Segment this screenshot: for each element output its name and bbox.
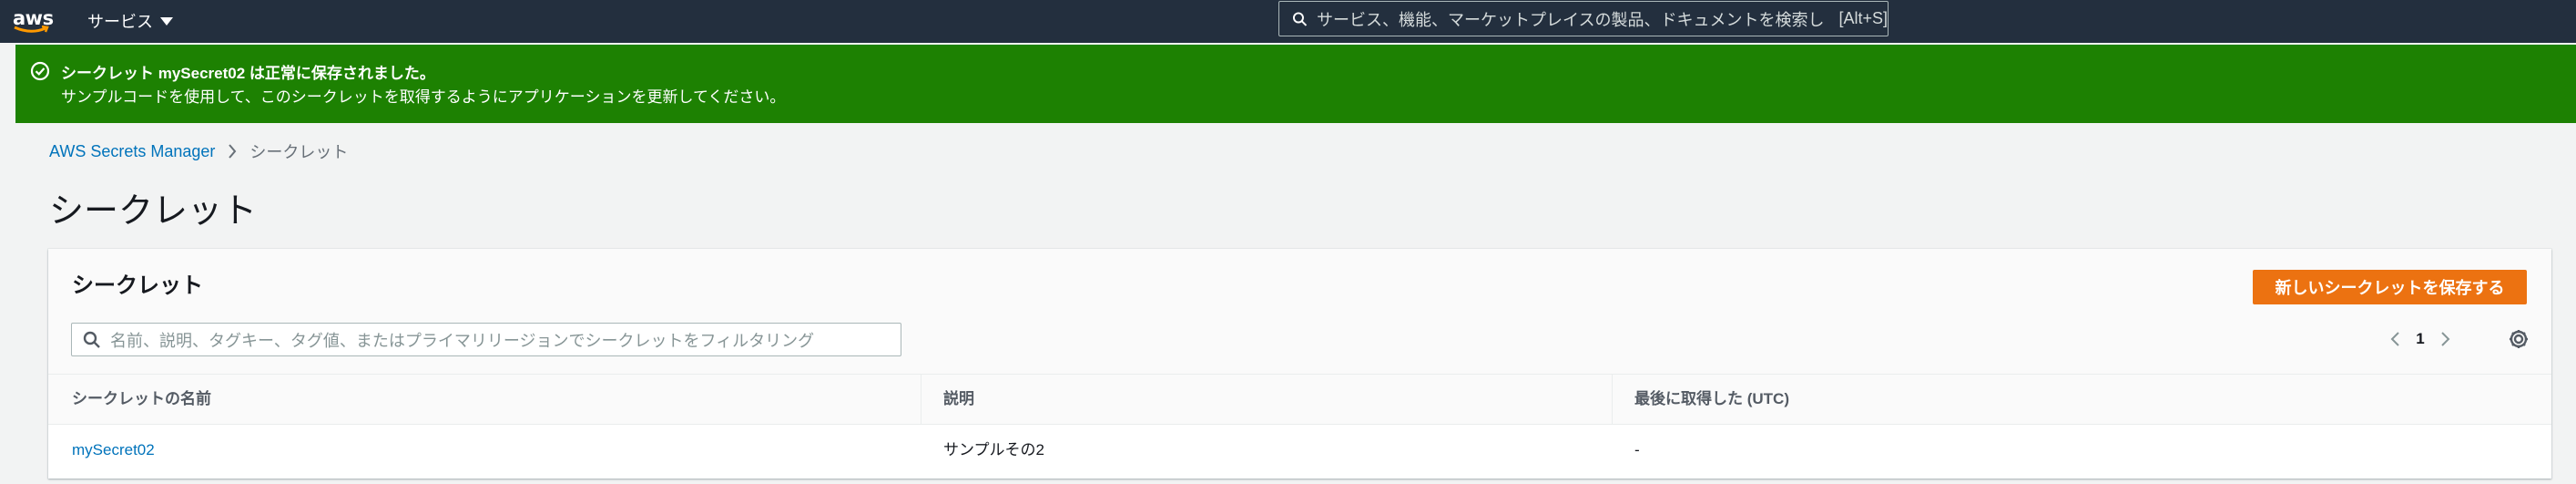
table-title: シークレット (72, 273, 203, 298)
gear-icon[interactable] (2507, 327, 2530, 351)
top-navigation: aws サービス サービス、機能、マーケットプレイスの製品、ドキュメントを検索し… (0, 0, 2576, 43)
current-page-number[interactable]: 1 (2408, 330, 2433, 348)
services-menu[interactable]: サービス (87, 9, 173, 33)
table-row: mySecret02 サンプルその2 - (48, 425, 2551, 476)
secret-filter-input[interactable]: 名前、説明、タグキー、タグ値、またはプライマリリージョンでシークレットをフィルタ… (71, 323, 901, 356)
pagination: 1 (2382, 325, 2459, 353)
store-new-secret-button[interactable]: 新しいシークレットを保存する (2253, 270, 2527, 304)
caret-down-icon (160, 16, 173, 26)
breadcrumb-current: シークレット (249, 143, 349, 161)
secret-name-cell: mySecret02 (72, 425, 155, 476)
secret-description-cell: サンプルその2 (943, 441, 1044, 458)
global-search-placeholder: サービス、機能、マーケットプレイスの製品、ドキュメントを検索し (1317, 10, 1825, 29)
search-icon (83, 331, 100, 348)
success-flash-banner: シークレット mySecret02 は正常に保存されました。 サンプルコードを使… (15, 45, 2576, 123)
chevron-right-icon (229, 144, 237, 159)
flash-title: シークレット mySecret02 は正常に保存されました。 (61, 65, 435, 82)
aws-logo[interactable]: aws (11, 7, 54, 35)
breadcrumb-root-link[interactable]: AWS Secrets Manager (49, 142, 215, 161)
flash-message: サンプルコードを使用して、このシークレットを取得するようにアプリケーションを更新… (61, 88, 786, 106)
services-label: サービス (87, 13, 153, 31)
global-search-input[interactable]: サービス、機能、マーケットプレイスの製品、ドキュメントを検索し [Alt+S] (1278, 1, 1889, 36)
search-icon (1292, 11, 1308, 26)
secrets-table-container: シークレット 新しいシークレットを保存する 名前、説明、タグキー、タグ値、または… (48, 249, 2551, 479)
chevron-right-icon (2441, 332, 2450, 346)
next-page-button[interactable] (2433, 325, 2459, 353)
secret-name-link[interactable]: mySecret02 (72, 441, 155, 458)
column-header-last-retrieved[interactable]: 最後に取得した (UTC) (1612, 375, 1789, 424)
page-title: シークレット (49, 192, 258, 231)
search-shortcut-hint: [Alt+S] (1838, 9, 1888, 27)
check-circle-icon (30, 61, 50, 81)
chevron-left-icon (2390, 332, 2399, 346)
column-header-description[interactable]: 説明 (921, 375, 974, 424)
secret-last-retrieved-cell: - (1634, 441, 1640, 458)
table-header-row: シークレットの名前 説明 最後に取得した (UTC) (48, 374, 2551, 425)
filter-placeholder: 名前、説明、タグキー、タグ値、またはプライマリリージョンでシークレットをフィルタ… (110, 331, 815, 350)
aws-smile-icon (14, 26, 49, 33)
previous-page-button[interactable] (2382, 325, 2408, 353)
column-header-name[interactable]: シークレットの名前 (72, 375, 211, 424)
breadcrumb: AWS Secrets Manager シークレット (49, 139, 348, 163)
